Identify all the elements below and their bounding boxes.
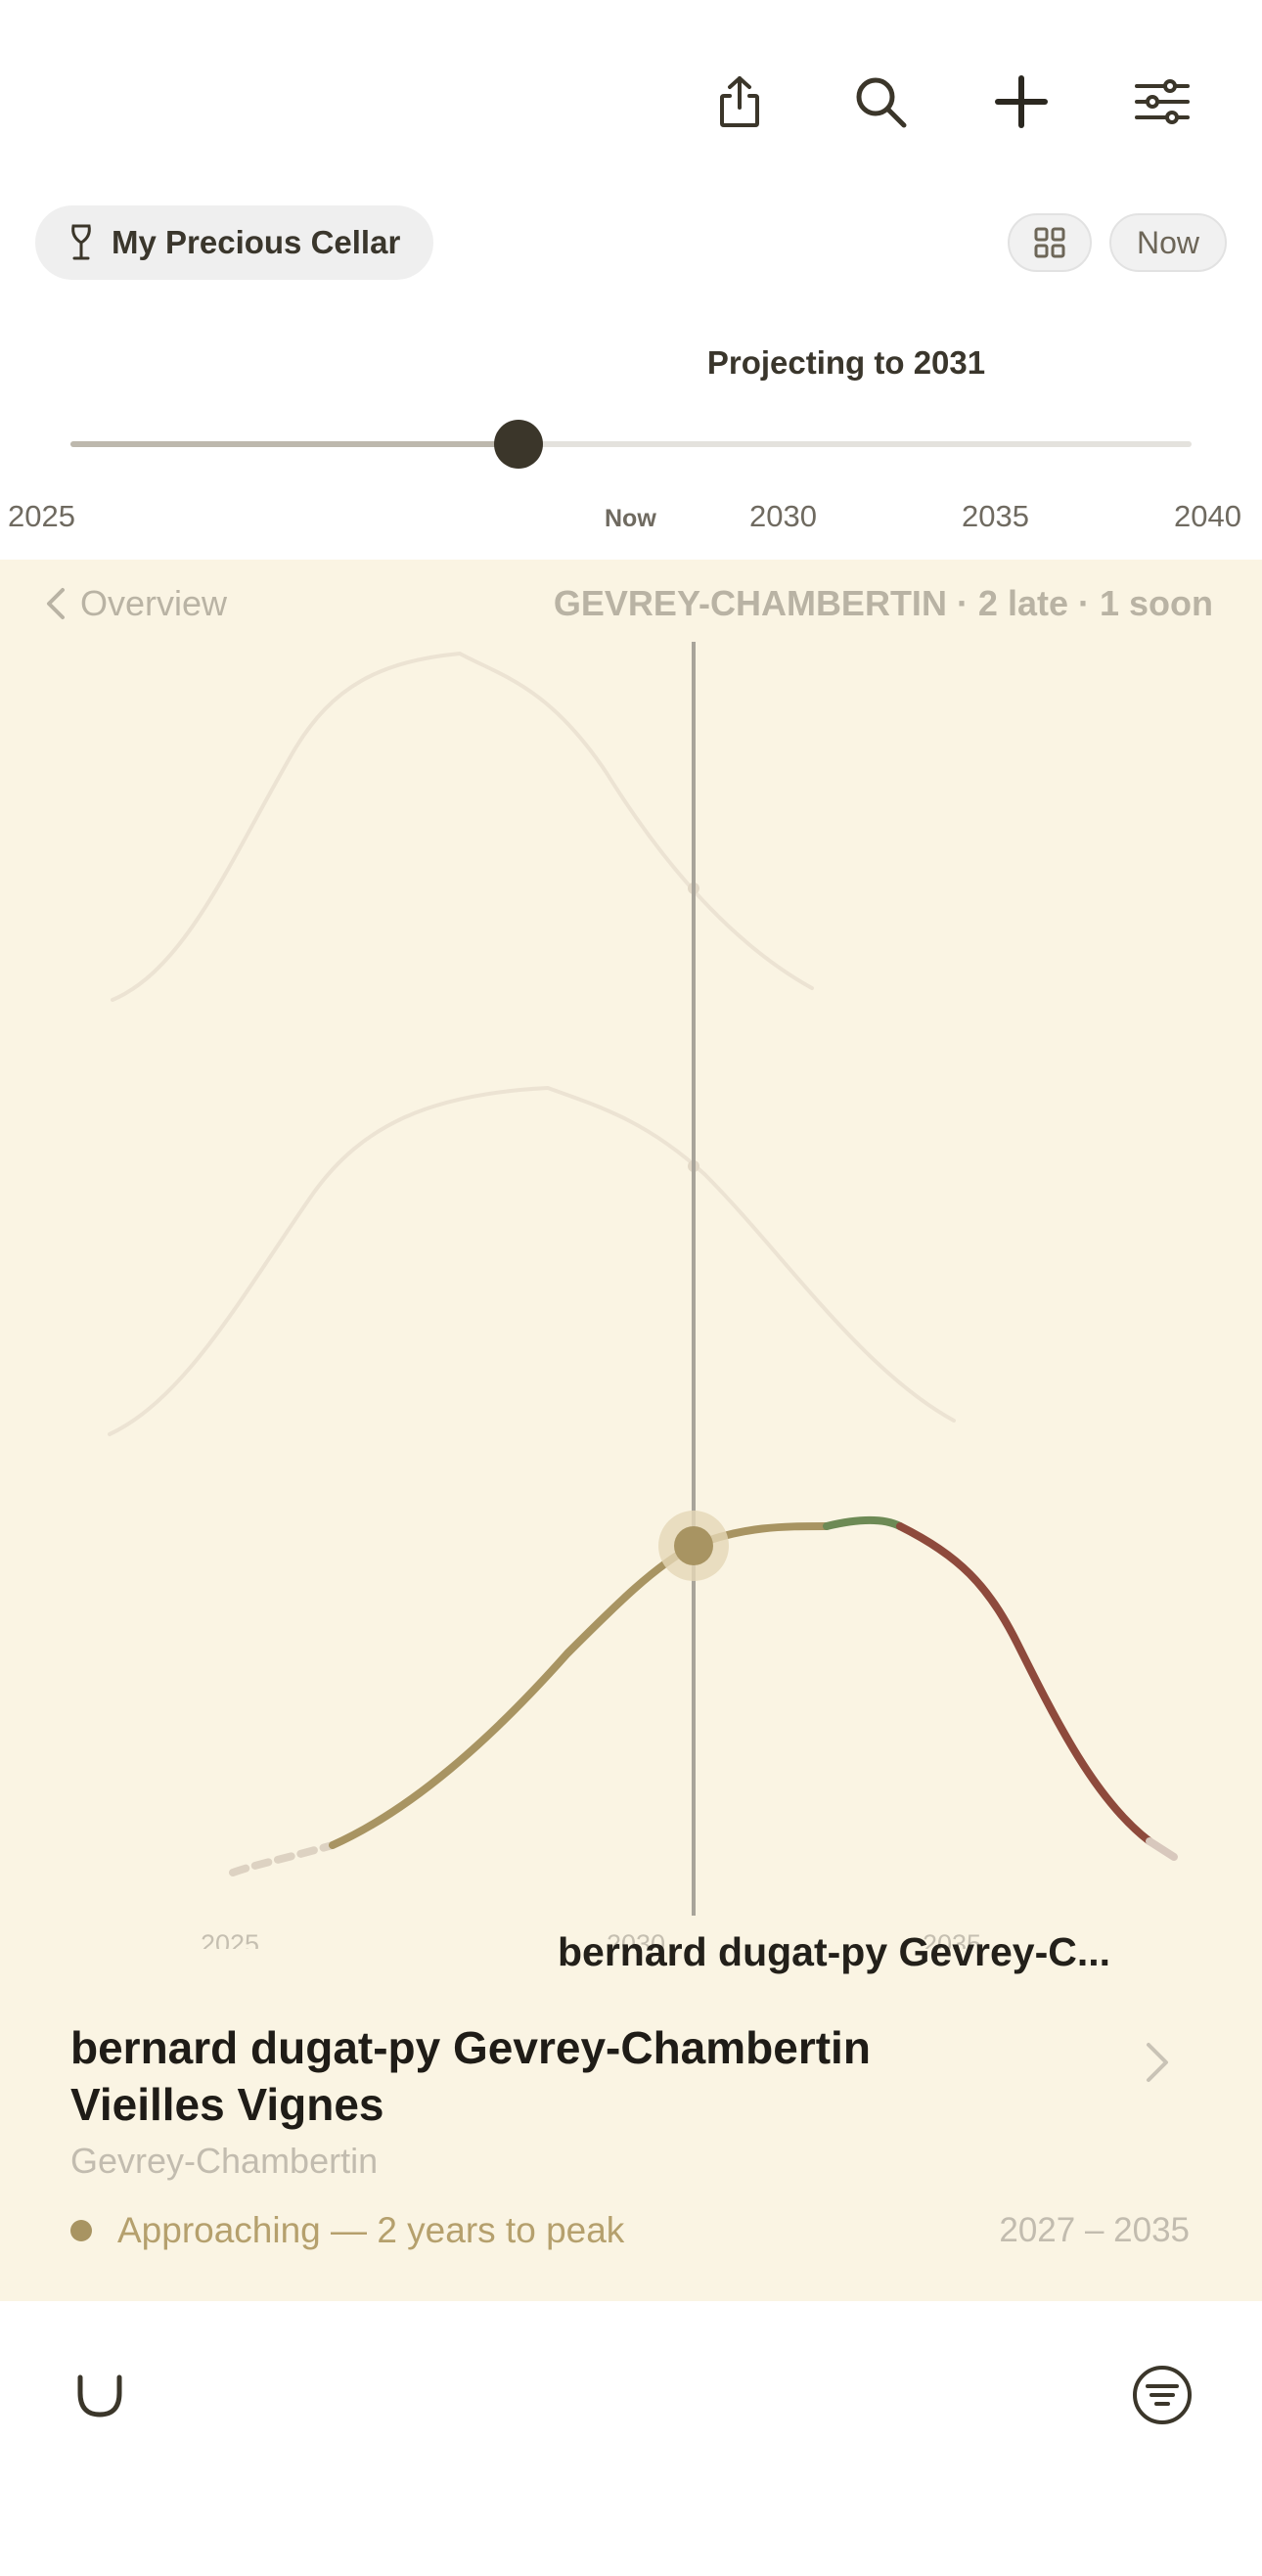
timeline-slider[interactable] xyxy=(70,441,1192,447)
back-to-overview-link[interactable]: Overview xyxy=(45,583,227,624)
tick-label: 2035 xyxy=(962,499,1029,533)
slider-fill xyxy=(70,441,519,447)
wine-curve-faded-1 xyxy=(111,651,814,1002)
status-text: Approaching — 2 years to peak xyxy=(117,2210,625,2250)
wine-curve-focused-approaching xyxy=(329,1522,831,1849)
wine-curve-focused-start xyxy=(229,1841,337,1876)
status-dot xyxy=(70,2220,92,2241)
drinking-window-chart[interactable]: 2025 2030 2035 xyxy=(0,560,1262,1949)
tick-label: 2040 xyxy=(1174,499,1241,533)
share-icon[interactable] xyxy=(704,67,775,137)
projection-label: Projecting to 2031 xyxy=(706,344,986,381)
tick-label: 2030 xyxy=(749,499,817,533)
wine-region: Gevrey-Chambertin xyxy=(70,2141,379,2181)
wine-curve-focused-declining xyxy=(896,1522,1153,1845)
filter-list-icon[interactable] xyxy=(1123,2356,1201,2434)
chevron-right-icon[interactable] xyxy=(1135,2035,1182,2090)
now-button[interactable]: Now xyxy=(1109,213,1227,272)
group-summary: GEVREY-CHAMBERTIN · 2 late · 1 soon xyxy=(553,583,1213,623)
chevron-left-icon xyxy=(47,588,65,619)
wine-curve-focused-end xyxy=(1146,1837,1178,1861)
curve-marker xyxy=(674,1526,713,1565)
wine-curve-faded-2 xyxy=(108,1085,956,1436)
cellar-selector[interactable]: My Precious Cellar xyxy=(35,205,434,280)
grid-view-button[interactable] xyxy=(1008,213,1092,272)
search-icon[interactable] xyxy=(845,67,916,137)
wine-curve-focused-peak xyxy=(823,1515,904,1530)
wine-name[interactable]: bernard dugat-py Gevrey-Chambertin Vieil… xyxy=(70,2019,990,2133)
slider-thumb[interactable] xyxy=(494,420,544,469)
back-label: Overview xyxy=(80,583,228,623)
wine-glass-icon xyxy=(71,224,91,260)
cellar-name: My Precious Cellar xyxy=(112,224,401,260)
smile-icon[interactable] xyxy=(61,2356,139,2434)
tick-label: 2025 xyxy=(8,499,75,533)
grid-icon xyxy=(1034,227,1065,258)
sliders-icon[interactable] xyxy=(1127,67,1197,137)
tick-label-now: Now xyxy=(605,505,656,532)
chart-axis-label: 2025 xyxy=(201,1929,259,1949)
focused-curve-label: bernard dugat-py Gevrey-C... xyxy=(558,1929,1111,1974)
drinking-window-range: 2027 – 2035 xyxy=(999,2211,1190,2249)
plus-icon[interactable] xyxy=(986,67,1057,137)
